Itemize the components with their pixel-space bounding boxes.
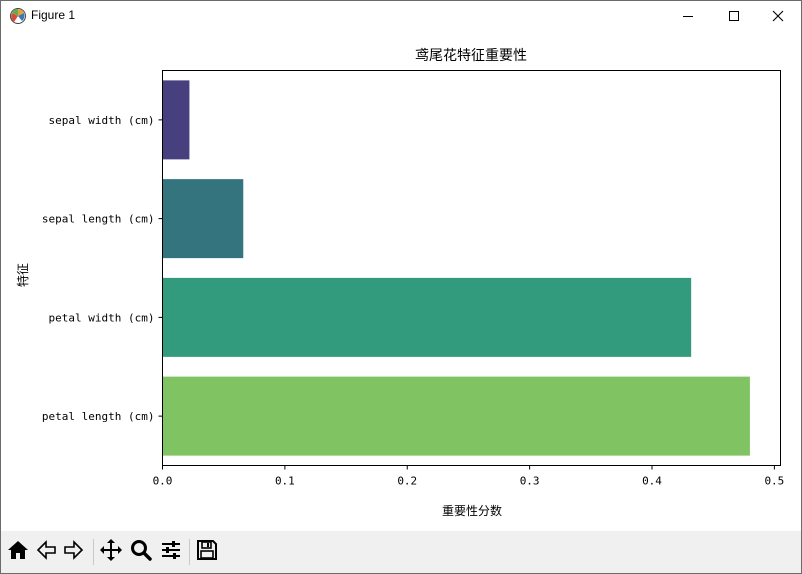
y-tick-label: petal width (cm) xyxy=(49,311,155,324)
bar xyxy=(162,179,244,259)
x-tick-label: 0.0 xyxy=(153,475,173,488)
home-button[interactable] xyxy=(6,540,30,564)
forward-button[interactable] xyxy=(62,540,86,564)
x-tick-label: 0.3 xyxy=(520,475,540,488)
y-tick-label: sepal width (cm) xyxy=(49,114,155,127)
toolbar-separator xyxy=(189,539,190,565)
minimize-icon xyxy=(682,10,694,22)
back-button[interactable] xyxy=(34,540,58,564)
close-icon xyxy=(772,10,784,22)
bar-chart: 鸢尾花特征重要性 sepal width (cm) sepal length (c… xyxy=(15,48,784,518)
bar xyxy=(162,80,190,160)
y-tick-label: petal length (cm) xyxy=(42,410,155,423)
x-ticks: 0.0 0.1 0.2 0.3 0.4 0.5 xyxy=(153,465,784,488)
home-icon xyxy=(7,539,29,565)
zoom-button[interactable] xyxy=(129,540,153,564)
close-button[interactable] xyxy=(755,1,801,31)
x-axis-label: 重要性分数 xyxy=(442,503,502,518)
save-button[interactable] xyxy=(195,540,219,564)
x-tick-label: 0.1 xyxy=(275,475,295,488)
x-tick-label: 0.5 xyxy=(764,475,784,488)
matplotlib-icon xyxy=(9,7,27,25)
pan-icon xyxy=(99,538,123,566)
x-tick-label: 0.2 xyxy=(397,475,417,488)
x-tick-label: 0.4 xyxy=(642,475,662,488)
y-ticks: sepal width (cm) sepal length (cm) petal w… xyxy=(42,114,163,423)
minimize-button[interactable] xyxy=(665,1,711,31)
configure-subplots-button[interactable] xyxy=(159,540,183,564)
navigation-toolbar xyxy=(1,531,801,573)
window-title: Figure 1 xyxy=(31,8,76,22)
bars-group xyxy=(162,80,750,456)
y-tick-label: sepal length (cm) xyxy=(42,213,155,226)
plot-canvas[interactable]: 鸢尾花特征重要性 sepal width (cm) sepal length (c… xyxy=(1,31,801,531)
figure-window: Figure 1 鸢尾花特征重要性 sepal width (cm) sepal … xyxy=(0,0,802,574)
bar xyxy=(162,277,692,357)
configure-subplots-icon xyxy=(160,539,182,565)
bar xyxy=(162,376,750,456)
forward-icon xyxy=(63,539,85,565)
pan-button[interactable] xyxy=(99,538,123,566)
save-icon xyxy=(196,539,218,565)
maximize-button[interactable] xyxy=(711,1,757,31)
y-axis-label: 特征 xyxy=(15,263,30,287)
toolbar-separator xyxy=(93,539,94,565)
title-bar[interactable]: Figure 1 xyxy=(1,1,801,31)
chart-title: 鸢尾花特征重要性 xyxy=(415,48,527,64)
zoom-icon xyxy=(130,539,152,565)
back-icon xyxy=(35,539,57,565)
maximize-icon xyxy=(728,10,740,22)
